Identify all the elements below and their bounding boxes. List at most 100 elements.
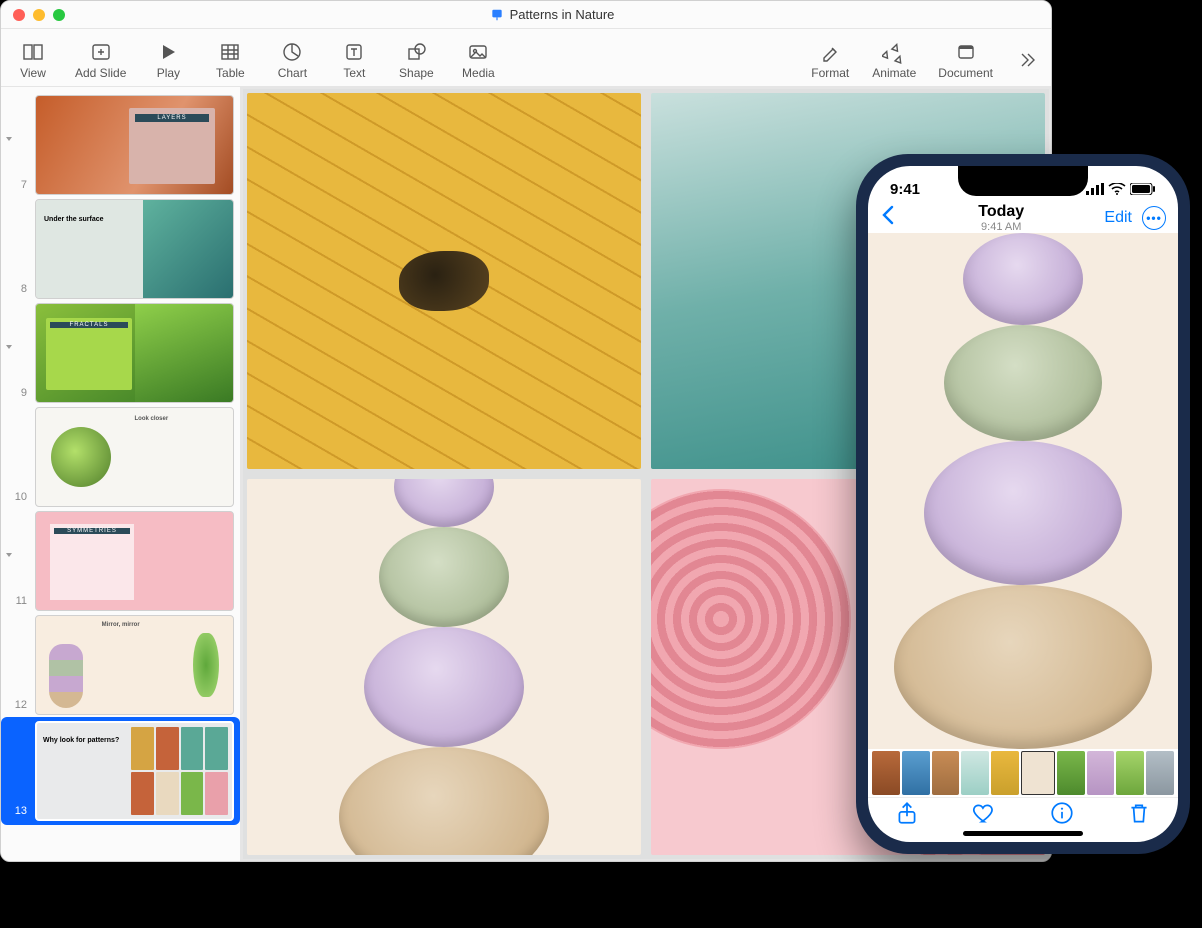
slide-number: 12 [7,699,27,715]
thumbnail-image: Look closer [35,407,234,507]
strip-thumb[interactable] [1146,751,1174,795]
share-icon [894,800,920,826]
table-button[interactable]: Table [210,40,250,80]
chart-icon [280,40,304,64]
animate-label: Animate [872,66,916,80]
strip-thumb[interactable] [932,751,960,795]
chevron-double-right-icon [1015,48,1039,72]
chart-label: Chart [278,66,307,80]
play-label: Play [157,66,180,80]
photo-thumbnail-strip[interactable] [868,749,1178,797]
strip-thumb[interactable] [1116,751,1144,795]
nav-title: Today 9:41 AM [898,203,1104,233]
more-button[interactable]: ••• [1142,206,1166,230]
slide-number: 8 [7,283,27,299]
slide-number: 10 [7,491,27,507]
table-icon [218,40,242,64]
favorite-button[interactable] [971,800,997,831]
slide-thumbnail-7[interactable]: 7 LAYERS [1,93,240,197]
disclosure-triangle-icon[interactable] [3,341,15,353]
zoom-button[interactable] [53,9,65,21]
iphone-notch [958,166,1088,196]
back-button[interactable] [880,204,898,231]
format-button[interactable]: Format [810,40,850,80]
format-icon [818,40,842,64]
chart-button[interactable]: Chart [272,40,312,80]
thumbnail-image: Mirror, mirror [35,615,234,715]
thumbnail-image: Why look for patterns? [35,721,234,821]
strip-thumb[interactable] [991,751,1019,795]
slide-navigator[interactable]: 7 LAYERS 8 Under the surface 9 FRACTALS [1,87,241,861]
format-label: Format [811,66,849,80]
document-title: Patterns in Nature [65,7,1039,22]
photo-viewer[interactable] [868,233,1178,749]
slide-number: 7 [7,179,27,195]
slide-thumbnail-8[interactable]: 8 Under the surface [1,197,240,301]
play-button[interactable]: Play [148,40,188,80]
add-slide-button[interactable]: Add Slide [75,40,126,80]
keynote-doc-icon [490,8,504,22]
strip-thumb-selected[interactable] [1021,751,1055,795]
media-button[interactable]: Media [458,40,498,80]
strip-thumb[interactable] [872,751,900,795]
info-icon [1049,800,1075,826]
photos-nav-bar: Today 9:41 AM Edit ••• [868,202,1178,233]
slide-number: 13 [7,805,27,821]
add-slide-icon [89,40,113,64]
slide-thumbnail-11[interactable]: 11 SYMMETRIES [1,509,240,613]
trash-icon [1126,800,1152,826]
minimize-button[interactable] [33,9,45,21]
status-time: 9:41 [890,181,920,198]
titlebar: Patterns in Nature [1,1,1051,29]
urchin-stack-photo [894,233,1152,749]
home-indicator[interactable] [963,831,1083,836]
document-label: Document [938,66,993,80]
canvas-image-urchin-stack[interactable] [247,479,641,855]
view-icon [21,40,45,64]
text-label: Text [343,66,365,80]
slide-thumbnail-12[interactable]: 12 Mirror, mirror [1,613,240,717]
share-button[interactable] [894,800,920,831]
thumbnail-image: FRACTALS [35,303,234,403]
window-controls [13,9,65,21]
strip-thumb[interactable] [1057,751,1085,795]
close-button[interactable] [13,9,25,21]
wifi-icon [1108,183,1126,195]
shape-label: Shape [399,66,434,80]
disclosure-triangle-icon[interactable] [3,133,15,145]
slide-thumbnail-13[interactable]: 13 Why look for patterns? [1,717,240,825]
strip-thumb[interactable] [961,751,989,795]
document-button[interactable]: Document [938,40,993,80]
heart-icon [971,800,997,826]
document-icon [954,40,978,64]
animate-button[interactable]: Animate [872,40,916,80]
slide-number: 9 [7,387,27,403]
battery-icon [1130,183,1156,195]
play-icon [156,40,180,64]
add-slide-label: Add Slide [75,66,126,80]
slide-number: 11 [7,595,27,611]
signal-icon [1086,183,1104,195]
toolbar-overflow-button[interactable] [1015,48,1039,72]
thumbnail-image: SYMMETRIES [35,511,234,611]
urchin-stack-illustration [339,479,549,855]
media-label: Media [462,66,495,80]
disclosure-triangle-icon[interactable] [3,549,15,561]
view-button[interactable]: View [13,40,53,80]
strip-thumb[interactable] [1087,751,1115,795]
edit-button[interactable]: Edit [1104,209,1132,227]
toolbar: View Add Slide Play Table Chart Text Sha… [1,29,1051,87]
shape-button[interactable]: Shape [396,40,436,80]
strip-thumb[interactable] [902,751,930,795]
text-button[interactable]: Text [334,40,374,80]
thumbnail-image: LAYERS [35,95,234,195]
text-icon [342,40,366,64]
delete-button[interactable] [1126,800,1152,831]
info-button[interactable] [1049,800,1075,831]
slide-thumbnail-10[interactable]: 10 Look closer [1,405,240,509]
document-title-text: Patterns in Nature [510,7,615,22]
slide-thumbnail-9[interactable]: 9 FRACTALS [1,301,240,405]
nav-title-text: Today [898,203,1104,221]
shape-icon [404,40,428,64]
canvas-image-honeycomb[interactable] [247,93,641,469]
